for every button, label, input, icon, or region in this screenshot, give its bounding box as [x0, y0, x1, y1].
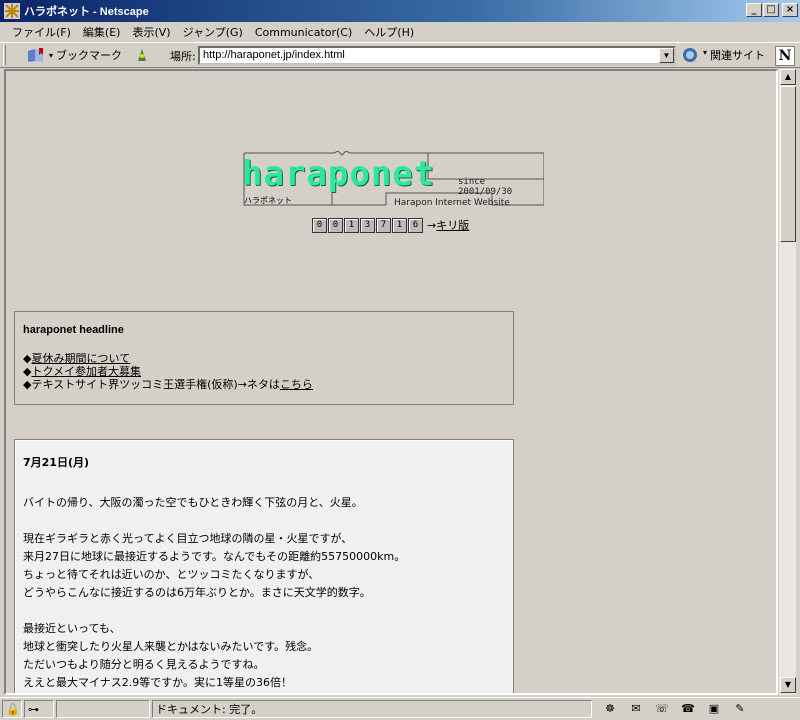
menu-go[interactable]: ジャンプ(G)	[177, 24, 249, 40]
window-title: ハラポネット - Netscape	[24, 6, 149, 18]
maximize-button[interactable]: □	[763, 3, 779, 17]
menu-view[interactable]: 表示(V)	[126, 24, 176, 40]
headline-link-tokumei[interactable]: トクメイ参加者大募集	[31, 365, 141, 378]
close-button[interactable]: ×	[782, 3, 798, 17]
menu-bar: ファイル(F) 編集(E) 表示(V) ジャンプ(G) Communicator…	[0, 22, 800, 42]
netscape-app-icon	[4, 3, 20, 19]
headline-item: ◆夏休み期間について	[23, 352, 505, 365]
location-toolbar: ▾ ブックマーク 場所: http://haraponet.jp/index.h…	[0, 42, 800, 68]
status-text: ドキュメント: 完了。	[156, 703, 263, 716]
headline-text-contest: テキストサイト界ツッコミ王選手権(仮称)→ネタは	[31, 378, 280, 391]
security-lock-icon[interactable]: 🔓	[2, 700, 22, 718]
counter-digit: 7	[376, 217, 391, 233]
kiriban-arrow: →	[427, 219, 437, 232]
headline-link-here[interactable]: こちら	[280, 378, 313, 391]
headline-item: ◆テキストサイト界ツッコミ王選手権(仮称)→ネタはこちら	[23, 378, 505, 391]
edit-icon[interactable]: ✎	[730, 701, 750, 717]
bookmarks-label: ブックマーク	[56, 49, 123, 62]
menu-help[interactable]: ヘルプ(H)	[358, 24, 420, 40]
url-dropdown-button[interactable]: ▼	[659, 48, 674, 63]
status-text-cell: ドキュメント: 完了。	[152, 700, 592, 718]
location-page-icon[interactable]	[134, 47, 150, 63]
counter-digit: 3	[360, 217, 375, 233]
logo-katakana: ハラポネット	[244, 196, 292, 205]
online-status-icon[interactable]: ⊶	[24, 700, 54, 718]
menu-communicator[interactable]: Communicator(C)	[249, 26, 358, 39]
mail-icon[interactable]: ✉	[626, 701, 646, 717]
related-sites-button[interactable]: ▾ 関連サイト	[682, 47, 765, 63]
diary-entry: 7月21日(月) バイトの帰り、大阪の濁った空でもひときわ輝く下弦の月と、火星。…	[14, 439, 514, 693]
vertical-scrollbar[interactable]: ▲ ▼	[778, 69, 796, 695]
headline-box: haraponet headline ◆夏休み期間について ◆トクメイ参加者大募…	[14, 311, 514, 405]
progress-cell	[56, 700, 150, 718]
page-content[interactable]: haraponet ハラポネット since 2001/09/30 Harapo…	[4, 69, 778, 695]
netscape-logo[interactable]: N	[775, 46, 795, 66]
toolbar-grip[interactable]	[3, 45, 6, 65]
scroll-down-button[interactable]: ▼	[780, 677, 796, 693]
title-bar: ハラポネット - Netscape _ □ ×	[0, 0, 800, 22]
diary-paragraph: 現在ギラギラと赤く光ってよく目立つ地球の隣の星・火星ですが、 来月27日に地球に…	[23, 532, 406, 599]
related-sites-icon	[683, 48, 697, 62]
navigator-icon[interactable]: ☸	[600, 701, 620, 717]
component-bar: ☸ ✉ ☏ ☎ ▣ ✎	[600, 701, 750, 717]
counter-digit: 6	[408, 217, 423, 233]
headline-item: ◆トクメイ参加者大募集	[23, 365, 505, 378]
bookmarks-button[interactable]: ▾ ブックマーク	[26, 47, 122, 63]
site-logo: haraponet ハラポネット since 2001/09/30 Harapo…	[242, 151, 544, 211]
counter-digit: 0	[328, 217, 343, 233]
minimize-button[interactable]: _	[746, 3, 762, 17]
diary-date: 7月21日(月)	[23, 456, 90, 469]
related-sites-label: 関連サイト	[710, 49, 766, 62]
logo-since: since 2001/09/30	[458, 177, 513, 197]
diary-paragraph: バイトの帰り、大阪の濁った空でもひときわ輝く下弦の月と、火星。	[23, 496, 363, 509]
counter-digit: 0	[312, 217, 327, 233]
scroll-thumb[interactable]	[780, 86, 796, 242]
bookmark-icon	[28, 48, 43, 62]
access-counter: 0 0 1 3 7 1 6 →キリ版	[312, 217, 469, 233]
newsgroup-icon[interactable]: ☏	[652, 701, 672, 717]
counter-digit: 1	[392, 217, 407, 233]
status-bar: 🔓 ⊶ ドキュメント: 完了。 ☸ ✉ ☏ ☎ ▣ ✎	[0, 697, 800, 720]
location-label: 場所:	[170, 50, 196, 63]
url-input[interactable]: http://haraponet.jp/index.html ▼	[198, 46, 676, 65]
headline-link-summer[interactable]: 夏休み期間について	[31, 352, 130, 365]
counter-digit: 1	[344, 217, 359, 233]
headline-title: haraponet headline	[23, 324, 124, 336]
address-book-icon[interactable]: ☎	[678, 701, 698, 717]
composer-icon[interactable]: ▣	[704, 701, 724, 717]
kiriban-link[interactable]: キリ版	[436, 219, 469, 232]
diary-paragraph: 最接近といっても、 地球と衝突したり火星人来襲とかはないみたいです。残念。 ただ…	[23, 622, 319, 689]
scroll-up-button[interactable]: ▲	[780, 69, 796, 85]
url-text: http://haraponet.jp/index.html	[203, 49, 345, 61]
menu-file[interactable]: ファイル(F)	[6, 24, 77, 40]
logo-title: haraponet	[242, 154, 436, 194]
menu-edit[interactable]: 編集(E)	[77, 24, 127, 40]
logo-subtitle: Harapon Internet Website	[394, 198, 510, 208]
